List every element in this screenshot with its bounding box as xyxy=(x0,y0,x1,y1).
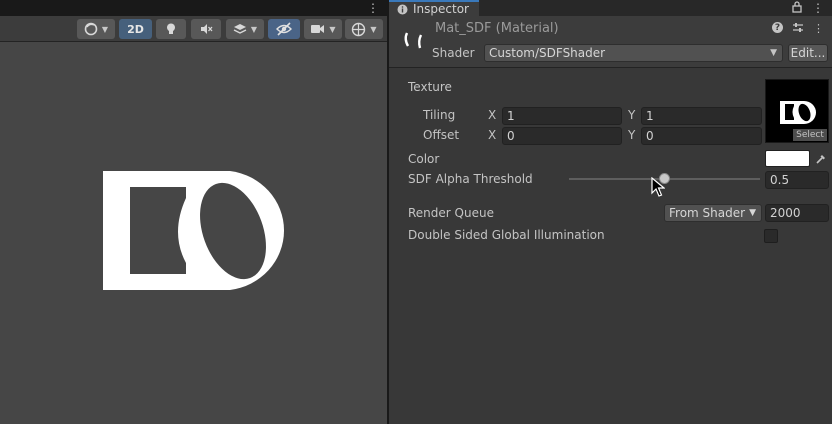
scene-tab-bar: ⋮ xyxy=(0,0,387,16)
sdf-threshold-field[interactable]: 0.5 xyxy=(765,171,829,189)
camera-icon xyxy=(311,25,325,33)
shader-dropdown[interactable]: Custom/SDFShader ▼ xyxy=(484,44,783,62)
double-sided-gi-label: Double Sided Global Illumination xyxy=(408,228,605,242)
mouse-cursor-icon xyxy=(651,177,665,197)
inspector-tab-bar: Inspector ⋮ xyxy=(389,0,832,16)
scene-view: ⋮ ▼ 2D ▼ ▼ ▼ xyxy=(0,0,387,424)
render-queue-mode: From Shader xyxy=(669,206,746,220)
component-menu-icon[interactable]: ⋮ xyxy=(813,22,824,35)
preset-sliders-icon[interactable] xyxy=(792,22,804,33)
scene-menu-icon[interactable]: ⋮ xyxy=(367,0,379,16)
chevron-down-icon: ▼ xyxy=(370,24,377,34)
sdf-threshold-label: SDF Alpha Threshold xyxy=(408,172,533,186)
sdf-shape-render xyxy=(103,171,285,290)
gizmo-globe-icon xyxy=(352,22,366,36)
edit-shader-button[interactable]: Edit... xyxy=(788,44,828,62)
render-queue-label: Render Queue xyxy=(408,206,494,220)
shader-value: Custom/SDFShader xyxy=(489,46,606,60)
inspector-panel: Inspector ⋮ Mat_SDF (Material) ? ⋮ Shade… xyxy=(389,0,832,424)
toggle-2d-button[interactable]: 2D xyxy=(119,19,152,39)
scene-viewport[interactable] xyxy=(0,43,387,424)
eyedropper-icon[interactable] xyxy=(813,150,829,167)
color-label: Color xyxy=(408,152,440,166)
gizmos-dropdown[interactable]: ▼ xyxy=(345,19,383,39)
chevron-down-icon: ▼ xyxy=(749,208,756,218)
material-title: Mat_SDF (Material) xyxy=(435,21,559,36)
lock-icon[interactable] xyxy=(792,1,802,13)
effects-dropdown[interactable]: ▼ xyxy=(226,19,264,39)
camera-settings-dropdown[interactable]: ▼ xyxy=(304,19,342,39)
lighting-toggle-button[interactable] xyxy=(156,19,186,39)
chevron-down-icon: ▼ xyxy=(329,24,336,34)
chevron-down-icon: ▼ xyxy=(101,24,109,34)
tiling-label: Tiling xyxy=(423,108,456,122)
shader-label: Shader xyxy=(432,46,475,60)
audio-toggle-button[interactable] xyxy=(191,19,221,39)
audio-muted-icon xyxy=(201,24,213,34)
tab-inspector[interactable]: Inspector xyxy=(389,0,479,16)
offset-y-field[interactable]: 0 xyxy=(641,127,762,145)
shading-sphere-icon xyxy=(84,22,98,36)
scene-visibility-toggle[interactable] xyxy=(268,19,300,39)
shading-mode-dropdown[interactable]: ▼ xyxy=(77,19,115,39)
texture-label: Texture xyxy=(408,80,452,94)
chevron-down-icon: ▼ xyxy=(770,48,777,58)
texture-select-button[interactable]: Select xyxy=(793,129,827,141)
double-sided-gi-checkbox[interactable] xyxy=(764,229,778,243)
inspector-menu-icon[interactable]: ⋮ xyxy=(812,1,824,15)
render-queue-field[interactable]: 2000 xyxy=(765,204,829,222)
tab-inspector-label: Inspector xyxy=(413,2,469,16)
color-swatch[interactable] xyxy=(765,150,810,167)
texture-slot[interactable]: Select xyxy=(765,79,829,143)
lightbulb-icon xyxy=(167,23,175,34)
chevron-down-icon: ▼ xyxy=(250,24,258,34)
material-header: Mat_SDF (Material) ? ⋮ Shader Custom/SDF… xyxy=(389,16,832,68)
help-icon[interactable]: ? xyxy=(772,22,783,33)
tiling-x-label: X xyxy=(488,108,497,122)
tiling-x-field[interactable]: 1 xyxy=(502,107,622,125)
scene-toolbar: ▼ 2D ▼ ▼ ▼ xyxy=(0,16,387,42)
offset-y-label: Y xyxy=(628,128,636,142)
offset-x-field[interactable]: 0 xyxy=(502,127,622,145)
layers-icon xyxy=(233,24,247,34)
offset-label: Offset xyxy=(423,128,460,142)
render-queue-dropdown[interactable]: From Shader ▼ xyxy=(664,204,762,222)
info-icon xyxy=(397,4,408,14)
material-preview-icon xyxy=(404,32,423,49)
tiling-y-label: Y xyxy=(628,108,636,122)
offset-x-label: X xyxy=(488,128,497,142)
tiling-y-field[interactable]: 1 xyxy=(641,107,762,125)
eye-hidden-icon xyxy=(276,22,292,36)
